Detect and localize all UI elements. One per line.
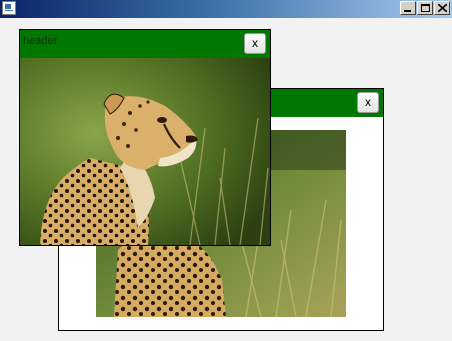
maximize-button[interactable]: [417, 1, 433, 15]
subwindow-header[interactable]: header x: [20, 30, 270, 58]
app-icon[interactable]: [2, 1, 16, 15]
close-icon: [438, 4, 447, 12]
subwindow-close-button[interactable]: x: [357, 92, 379, 113]
cheetah-photo: [20, 58, 270, 245]
subwindow-front[interactable]: header x: [19, 29, 271, 246]
close-window-button[interactable]: [434, 1, 450, 15]
subwindow-close-button[interactable]: x: [244, 33, 266, 54]
window-title-bar[interactable]: [0, 0, 452, 18]
minimize-button[interactable]: [400, 1, 416, 15]
subwindow-title: header: [23, 35, 58, 47]
